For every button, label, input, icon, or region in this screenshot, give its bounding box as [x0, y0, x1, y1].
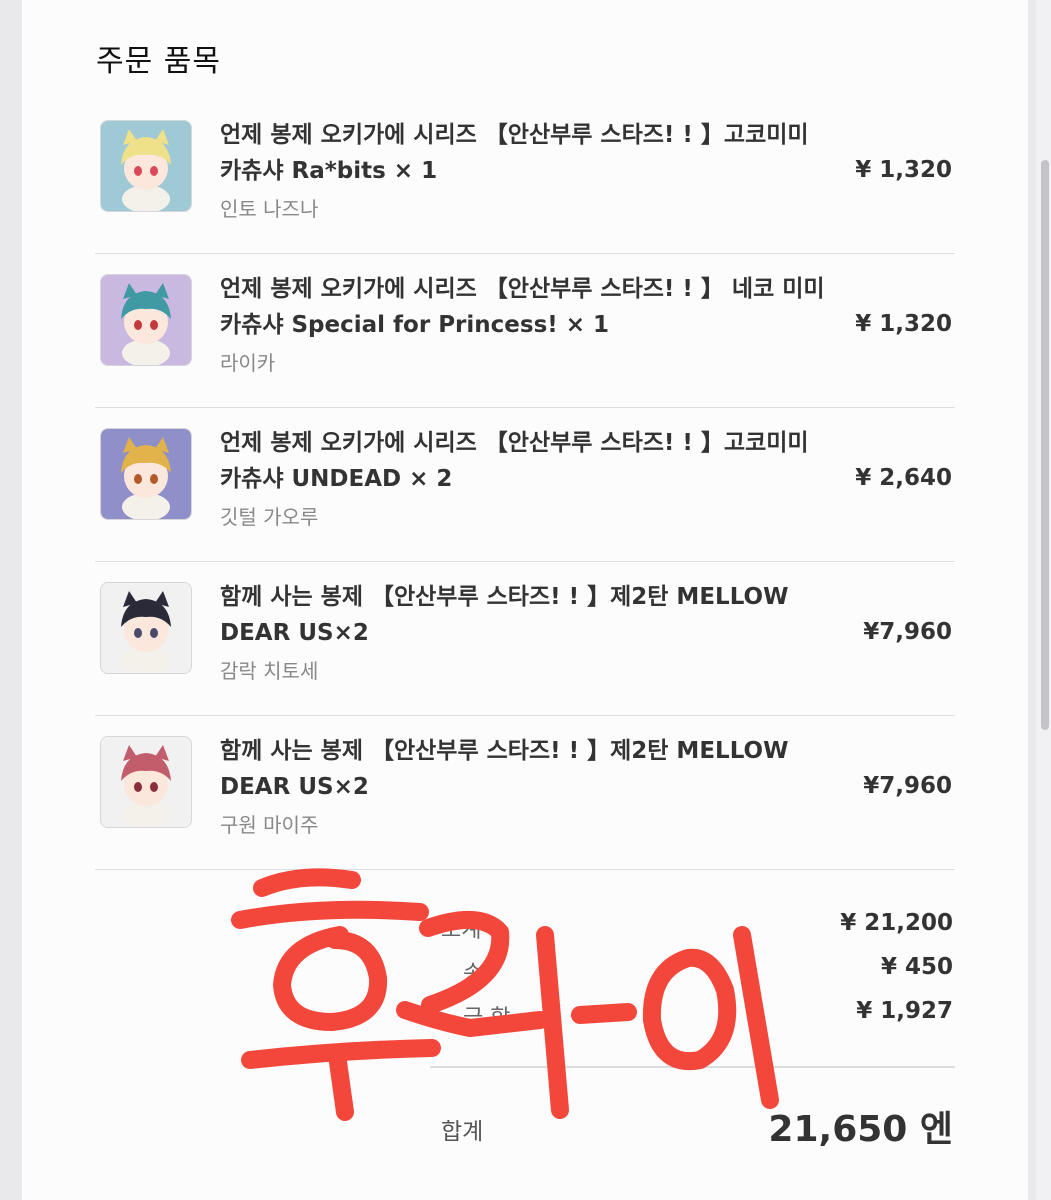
product-thumbnail[interactable]: [100, 274, 192, 366]
product-thumbnail[interactable]: [100, 582, 192, 674]
product-option: 인토 나즈나: [220, 197, 319, 221]
total-value: 21,650 엔: [768, 1109, 953, 1150]
subtotal-label: 소계: [441, 918, 482, 943]
order-item-row[interactable]: 함께 사는 봉제 【안산부루 스타즈! ! 】제2탄 MELLOW DEAR U…: [95, 715, 955, 870]
product-name[interactable]: 언제 봉제 오키가에 시리즈 【안산부루 스타즈! ! 】고코미미 카츄샤 Ra…: [220, 117, 840, 189]
product-price: ¥ 1,320: [855, 311, 952, 337]
product-price: ¥7,960: [863, 773, 952, 799]
product-name[interactable]: 언제 봉제 오키가에 시리즈 【안산부루 스타즈! ! 】고코미미 카츄샤 UN…: [220, 425, 840, 497]
product-thumbnail[interactable]: [100, 736, 192, 828]
product-name[interactable]: 함께 사는 봉제 【안산부루 스타즈! ! 】제2탄 MELLOW DEAR U…: [220, 733, 840, 805]
total-divider: [430, 1066, 955, 1068]
tax-label: 금 합: [463, 1006, 511, 1031]
product-option: 감락 치토세: [220, 659, 319, 683]
tax-value: ¥ 1,927: [856, 998, 953, 1024]
product-option: 깃털 가오루: [220, 505, 319, 529]
order-item-row[interactable]: 함께 사는 봉제 【안산부루 스타즈! ! 】제2탄 MELLOW DEAR U…: [95, 561, 955, 716]
product-name[interactable]: 함께 사는 봉제 【안산부루 스타즈! ! 】제2탄 MELLOW DEAR U…: [220, 579, 840, 651]
order-item-row[interactable]: 언제 봉제 오키가에 시리즈 【안산부루 스타즈! ! 】고코미미 카츄샤 UN…: [95, 407, 955, 562]
product-option: 구원 마이주: [220, 813, 319, 837]
section-title: 주문 품목: [96, 44, 221, 79]
order-item-row[interactable]: 언제 봉제 오키가에 시리즈 【안산부루 스타즈! ! 】 네코 미미 카츄샤 …: [95, 253, 955, 408]
product-option: 라이카: [220, 351, 276, 375]
product-thumbnail[interactable]: [100, 428, 192, 520]
shipping-label: 송: [463, 962, 484, 987]
subtotal-value: ¥ 21,200: [840, 910, 953, 936]
total-label: 합계: [441, 1119, 484, 1145]
shipping-value: ¥ 450: [880, 954, 953, 980]
scrollbar-thumb[interactable]: [1041, 160, 1049, 730]
order-item-row[interactable]: 언제 봉제 오키가에 시리즈 【안산부루 스타즈! ! 】고코미미 카츄샤 Ra…: [95, 99, 955, 254]
product-price: ¥ 2,640: [855, 465, 952, 491]
product-thumbnail[interactable]: [100, 120, 192, 212]
product-name[interactable]: 언제 봉제 오키가에 시리즈 【안산부루 스타즈! ! 】 네코 미미 카츄샤 …: [220, 271, 840, 343]
product-price: ¥ 1,320: [855, 157, 952, 183]
product-price: ¥7,960: [863, 619, 952, 645]
